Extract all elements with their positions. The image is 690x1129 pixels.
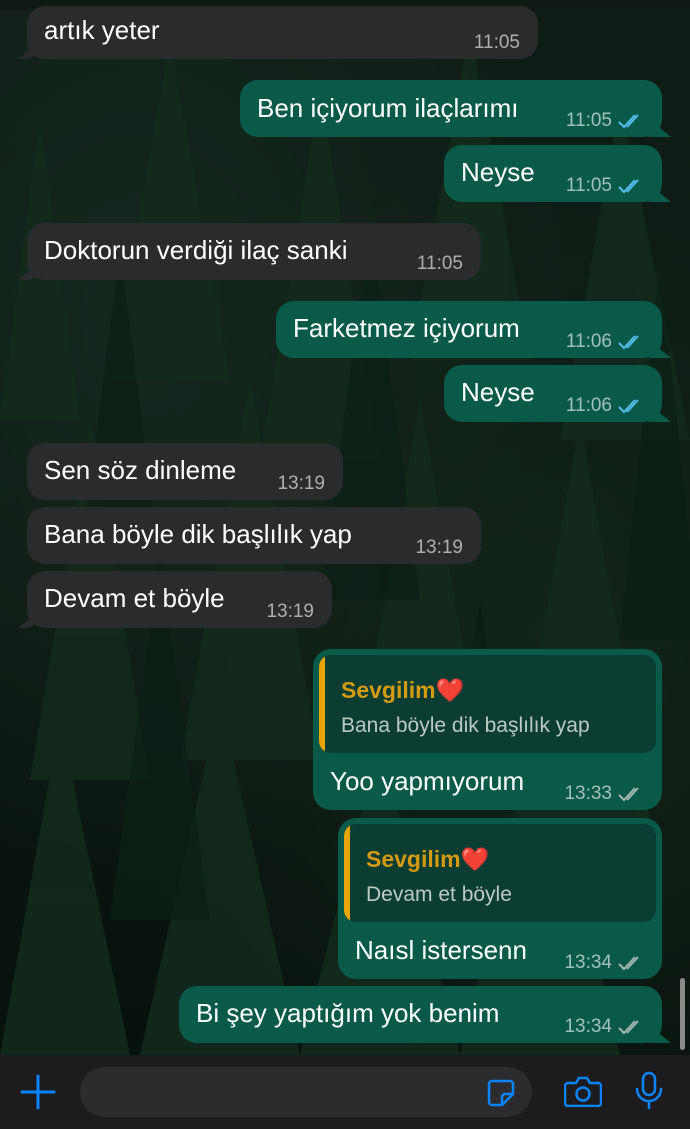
message-text: Doktorun verdiği ilaç sanki bbox=[44, 235, 348, 265]
message-outgoing[interactable]: Ben içiyorum ilaçlarımı 11:05 bbox=[240, 80, 662, 137]
message-incoming[interactable]: Doktorun verdiği ilaç sanki 11:05 bbox=[27, 223, 481, 280]
read-receipt-icon bbox=[618, 334, 644, 350]
message-outgoing-reply[interactable]: Sevgilim❤️ Bana böyle dik başlılık yap Y… bbox=[313, 649, 662, 810]
scroll-indicator[interactable] bbox=[680, 978, 685, 1050]
message-time: 13:34 bbox=[564, 1016, 612, 1037]
sticker-icon[interactable] bbox=[486, 1078, 516, 1113]
message-time: 13:33 bbox=[564, 783, 612, 804]
message-text: Bana böyle dik başlılık yap bbox=[44, 519, 352, 549]
quote-accent-bar bbox=[319, 655, 325, 753]
microphone-icon[interactable] bbox=[634, 1071, 664, 1116]
quoted-text: Devam et böyle bbox=[366, 883, 512, 906]
message-time: 11:05 bbox=[473, 32, 520, 53]
message-time: 11:05 bbox=[416, 253, 463, 274]
message-time: 11:05 bbox=[565, 175, 612, 196]
message-text: Farketmez içiyorum bbox=[293, 313, 520, 343]
message-time: 13:34 bbox=[564, 952, 612, 973]
message-text: Yoo yapmıyorum bbox=[330, 766, 525, 796]
message-outgoing[interactable]: Bi şey yaptığım yok benim 13:34 bbox=[179, 986, 662, 1043]
message-incoming[interactable]: artık yeter 11:05 bbox=[27, 6, 538, 59]
message-incoming[interactable]: Devam et böyle 13:19 bbox=[27, 571, 332, 628]
message-time: 11:05 bbox=[565, 110, 612, 131]
message-incoming[interactable]: Bana böyle dik başlılık yap 13:19 bbox=[27, 507, 481, 564]
plus-icon[interactable] bbox=[20, 1074, 56, 1115]
message-text: Devam et böyle bbox=[44, 583, 225, 613]
message-text: Neyse bbox=[461, 157, 535, 187]
message-time: 13:19 bbox=[266, 601, 314, 622]
message-text: Naısl istersenn bbox=[355, 935, 527, 965]
read-receipt-icon bbox=[618, 398, 644, 414]
message-incoming[interactable]: Sen söz dinleme 13:19 bbox=[27, 443, 343, 500]
delivered-receipt-icon bbox=[618, 786, 644, 802]
message-text: Sen söz dinleme bbox=[44, 455, 237, 485]
quoted-author: Sevgilim❤️ bbox=[341, 677, 465, 703]
message-input[interactable] bbox=[80, 1067, 532, 1117]
delivered-receipt-icon bbox=[618, 955, 644, 971]
quoted-message[interactable]: Sevgilim❤️ Devam et böyle bbox=[344, 824, 656, 922]
message-time: 11:06 bbox=[565, 395, 612, 416]
message-time: 11:06 bbox=[565, 331, 612, 352]
message-outgoing[interactable]: Farketmez içiyorum 11:06 bbox=[276, 301, 662, 358]
message-text: Bi şey yaptığım yok benim bbox=[196, 998, 500, 1028]
quoted-text: Bana böyle dik başlılık yap bbox=[341, 714, 590, 737]
read-receipt-icon bbox=[618, 113, 644, 129]
camera-icon[interactable] bbox=[563, 1075, 603, 1112]
message-outgoing[interactable]: Neyse 11:05 bbox=[444, 145, 662, 202]
delivered-receipt-icon bbox=[618, 1019, 644, 1035]
message-outgoing[interactable]: Neyse 11:06 bbox=[444, 365, 662, 422]
message-outgoing-reply[interactable]: Sevgilim❤️ Devam et böyle Naısl istersen… bbox=[338, 818, 662, 979]
message-text: artık yeter bbox=[44, 15, 160, 45]
read-receipt-icon bbox=[618, 178, 644, 194]
message-text: Neyse bbox=[461, 377, 535, 407]
quoted-author: Sevgilim❤️ bbox=[366, 846, 490, 872]
message-input-bar bbox=[0, 1055, 690, 1129]
quote-accent-bar bbox=[344, 824, 350, 922]
message-time: 13:19 bbox=[277, 473, 325, 494]
message-time: 13:19 bbox=[415, 537, 463, 558]
quoted-message[interactable]: Sevgilim❤️ Bana böyle dik başlılık yap bbox=[319, 655, 656, 753]
message-text: Ben içiyorum ilaçlarımı bbox=[257, 93, 519, 123]
